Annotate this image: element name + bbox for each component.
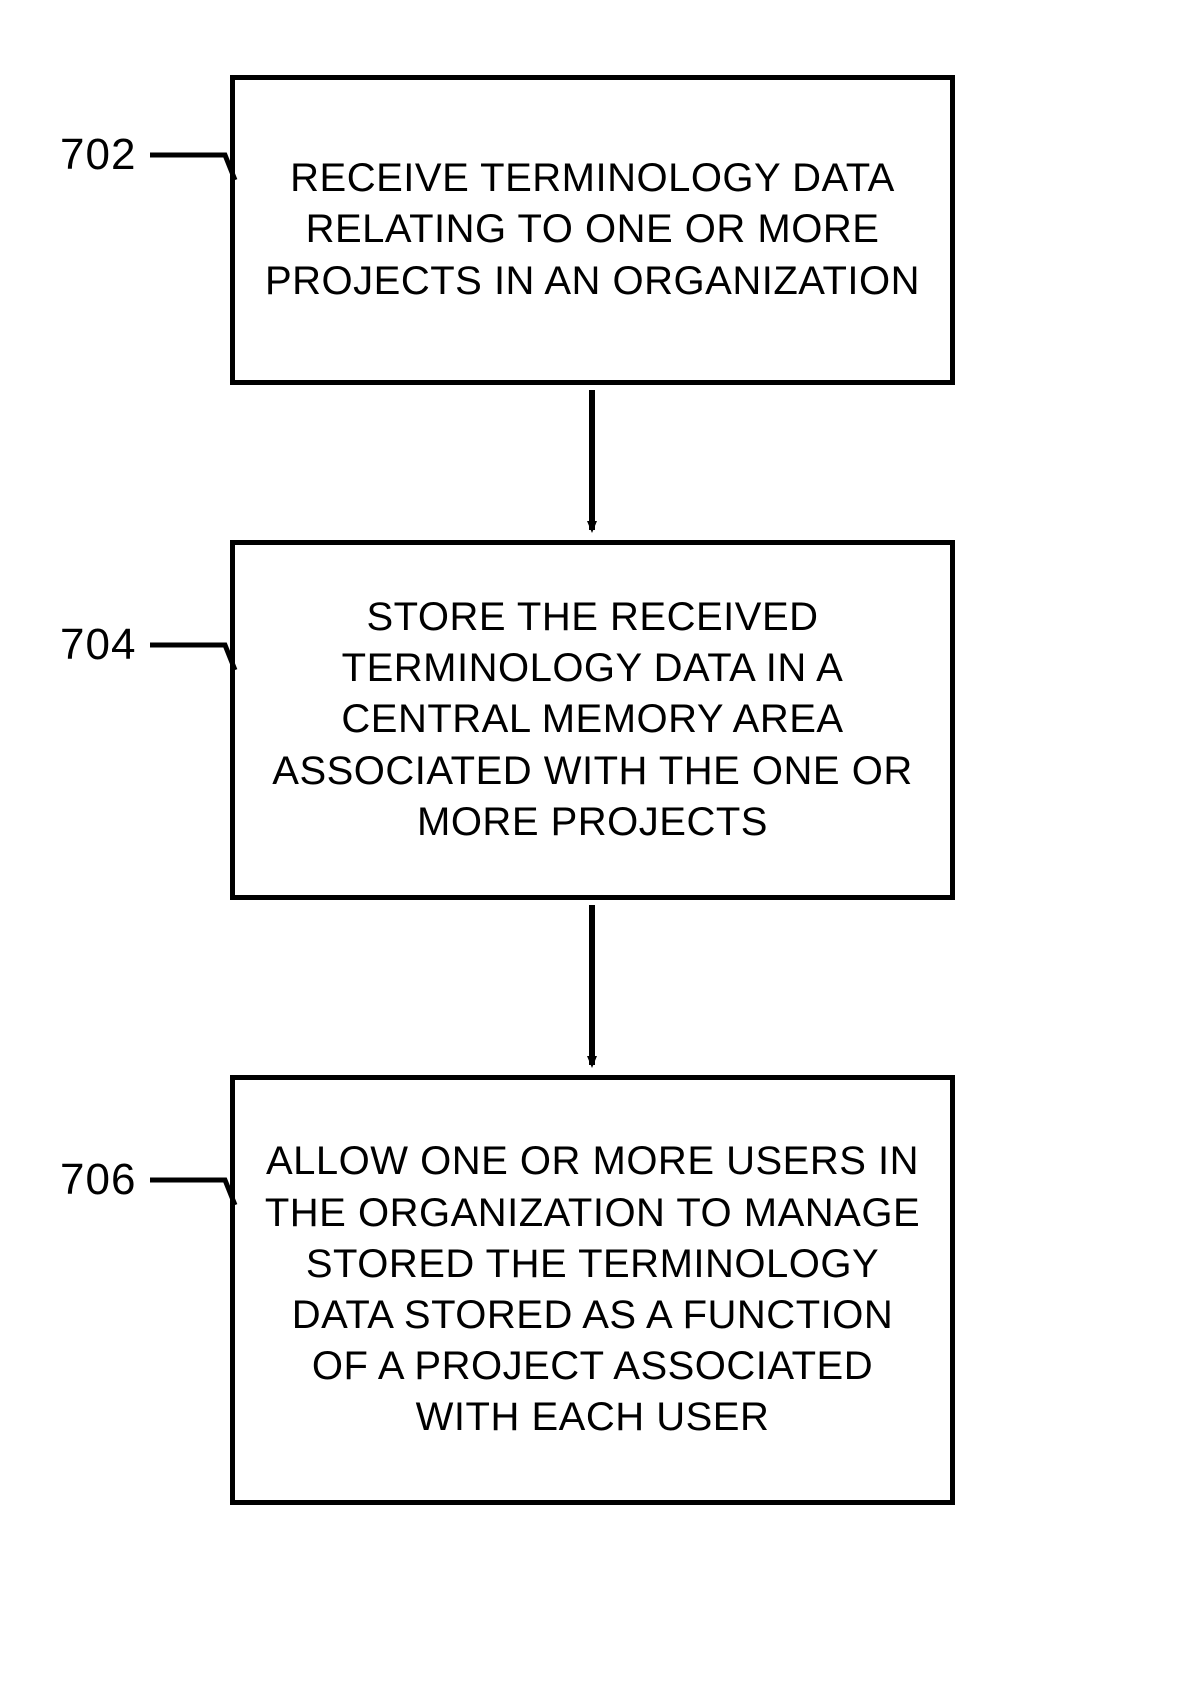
flow-box-706-text: ALLOW ONE OR MORE USERS IN THE ORGANIZAT…	[263, 1136, 922, 1443]
flow-box-704-text: STORE THE RECEIVED TERMINOLOGY DATA IN A…	[263, 592, 922, 848]
flow-box-706: ALLOW ONE OR MORE USERS IN THE ORGANIZAT…	[230, 1075, 955, 1505]
node-label-702: 702	[60, 130, 136, 180]
callout-706	[150, 1180, 235, 1205]
node-label-706: 706	[60, 1155, 136, 1205]
node-label-704: 704	[60, 620, 136, 670]
callout-704	[150, 645, 235, 670]
flow-box-702: RECEIVE TERMINOLOGY DATA RELATING TO ONE…	[230, 75, 955, 385]
flow-box-702-text: RECEIVE TERMINOLOGY DATA RELATING TO ONE…	[263, 153, 922, 307]
callout-702	[150, 155, 235, 180]
flowchart-canvas: 702 704 706 RECEIVE TERMINOLOGY DATA REL…	[0, 0, 1197, 1697]
flow-box-704: STORE THE RECEIVED TERMINOLOGY DATA IN A…	[230, 540, 955, 900]
